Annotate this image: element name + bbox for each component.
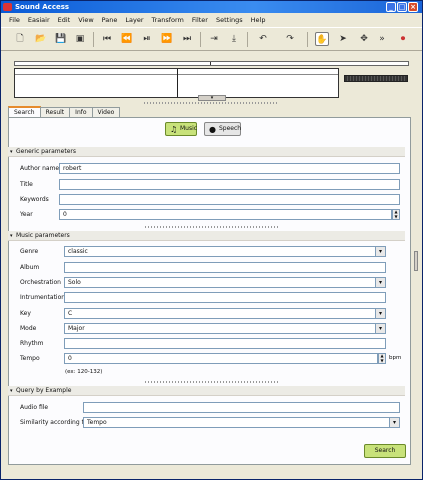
menu-file[interactable]: File (5, 14, 24, 26)
rhythm-input[interactable] (64, 338, 386, 349)
query-by-example-header[interactable]: ▾ Query by Example (8, 386, 405, 396)
menu-edit[interactable]: Edit (54, 14, 75, 26)
menu-layer[interactable]: Layer (121, 14, 147, 26)
mode-select[interactable]: Major (64, 323, 386, 334)
skip-end-icon[interactable]: ⏭ (180, 32, 194, 46)
pane-splitter[interactable] (144, 102, 277, 104)
author-label: Author name (20, 165, 60, 172)
music-mode-button[interactable]: ♫ Music (165, 122, 197, 136)
search-button[interactable]: Search (364, 444, 406, 458)
menu-easiair[interactable]: Easiair (24, 14, 54, 26)
tempo-label: Tempo (20, 355, 40, 362)
tempo-hint: (ex: 120-132) (65, 369, 103, 375)
export-icon[interactable]: ▣ (73, 32, 87, 46)
toolbar-separator (307, 32, 308, 47)
more-tools-icon[interactable]: » (375, 32, 389, 46)
year-label: Year (20, 211, 33, 218)
album-label: Album (20, 264, 40, 271)
menu-view[interactable]: View (74, 14, 97, 26)
orchestration-select[interactable]: Solo (64, 277, 386, 288)
year-spinner[interactable]: ▲ ▼ (392, 209, 400, 220)
menu-transform[interactable]: Transform (148, 14, 188, 26)
redo-icon[interactable]: ↷ (283, 32, 297, 46)
save-icon[interactable]: 💾 (54, 32, 68, 46)
genre-label: Genre (20, 248, 39, 255)
import-icon[interactable]: ⤓ (227, 32, 241, 46)
author-input[interactable]: robert (59, 163, 400, 174)
window-title: Sound Access (15, 3, 70, 11)
toolbar-separator (247, 32, 248, 47)
minimize-button[interactable]: _ (386, 2, 396, 12)
audio-file-label: Audio file (20, 404, 49, 411)
open-folder-icon[interactable]: 📂 (34, 32, 48, 46)
playhead[interactable] (177, 69, 178, 97)
menu-help[interactable]: Help (247, 14, 270, 26)
collapse-arrow-icon: ▾ (10, 233, 13, 239)
generic-parameters-header[interactable]: ▾ Generic parameters (8, 147, 405, 157)
genre-select[interactable]: classic (64, 246, 386, 257)
key-select[interactable]: C (64, 308, 386, 319)
menu-filter[interactable]: Filter (188, 14, 212, 26)
level-meter (344, 75, 408, 82)
move-tool-icon[interactable]: ✥ (357, 32, 371, 46)
audio-file-input[interactable] (83, 402, 400, 413)
menu-settings[interactable]: Settings (212, 14, 247, 26)
query-by-example-title: Query by Example (16, 387, 72, 394)
keywords-input[interactable] (59, 194, 400, 205)
menu-pane[interactable]: Pane (98, 14, 122, 26)
collapse-arrow-icon: ▾ (10, 388, 13, 394)
app-icon (3, 3, 12, 11)
tempo-input[interactable]: 0 (64, 353, 378, 364)
speaking-head-icon: ● (209, 125, 216, 134)
section-splitter[interactable] (145, 381, 278, 383)
timeline-marker (210, 62, 211, 65)
generic-parameters-title: Generic parameters (16, 148, 76, 155)
pointer-tool-icon[interactable]: ➤ (336, 32, 350, 46)
collapse-pane-button[interactable]: ▾ (198, 95, 226, 101)
waveform-view[interactable] (14, 68, 339, 98)
music-parameters-title: Music parameters (16, 232, 70, 239)
toolbar: 🗋 📂 💾 ▣ ⏮ ⏪ ⏯ ⏩ ⏭ ⇥ ⤓ ↶ ↷ ✋ ➤ ✥ » ⏺ (1, 27, 422, 51)
app-window: Sound Access _ □ × File Easiair Edit Vie… (0, 0, 423, 480)
undo-icon[interactable]: ↶ (256, 32, 270, 46)
side-panel-handle[interactable] (414, 251, 418, 271)
section-splitter[interactable] (145, 226, 278, 228)
rewind-icon[interactable]: ⏪ (120, 32, 134, 46)
collapse-arrow-icon: ▾ (10, 149, 13, 155)
music-parameters-header[interactable]: ▾ Music parameters (8, 231, 405, 241)
tempo-spinner[interactable]: ▲ ▼ (378, 353, 386, 364)
title-input[interactable] (59, 179, 400, 190)
instrumentation-label: Intrumentation (20, 294, 66, 301)
mode-label: Mode (20, 325, 37, 332)
title-bar: Sound Access _ □ × (1, 1, 422, 13)
toolbar-separator (93, 32, 94, 47)
hand-tool-icon[interactable]: ✋ (315, 32, 329, 46)
timeline-ruler[interactable] (14, 61, 409, 66)
keywords-label: Keywords (20, 196, 49, 203)
play-pause-icon[interactable]: ⏯ (140, 32, 154, 46)
speech-mode-button[interactable]: ● Speech (204, 122, 241, 136)
record-icon[interactable]: ⏺ (396, 32, 410, 46)
year-input[interactable]: 0 (59, 209, 392, 220)
speech-mode-label: Speech (219, 125, 242, 132)
skip-start-icon[interactable]: ⏮ (100, 32, 114, 46)
instrumentation-input[interactable] (64, 292, 386, 303)
new-file-icon[interactable]: 🗋 (13, 32, 27, 46)
key-label: Key (20, 310, 31, 317)
go-end-icon[interactable]: ⇥ (207, 32, 221, 46)
fast-forward-icon[interactable]: ⏩ (160, 32, 174, 46)
music-note-icon: ♫ (170, 125, 178, 134)
maximize-button[interactable]: □ (397, 2, 407, 12)
similarity-select[interactable]: Tempo (83, 417, 400, 428)
orchestration-label: Orchestration (20, 279, 61, 286)
menu-bar: File Easiair Edit View Pane Layer Transf… (1, 14, 422, 26)
similarity-label: Similarity according to (20, 419, 88, 426)
rhythm-label: Rhythm (20, 340, 44, 347)
tempo-unit: bpm (389, 355, 402, 361)
toolbar-separator (200, 32, 201, 47)
title-label: Title (20, 181, 33, 188)
music-mode-label: Music (180, 125, 198, 132)
album-input[interactable] (64, 262, 386, 273)
close-button[interactable]: × (408, 2, 418, 12)
